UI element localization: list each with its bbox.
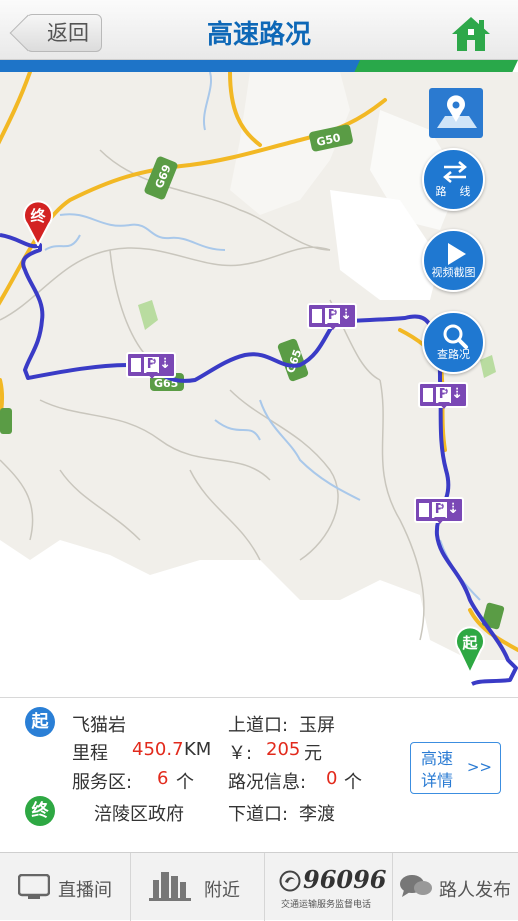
end-marker-label: 终 [30,207,46,225]
highway-detail-button[interactable]: 高速详情 >> [410,742,501,794]
traffic-info-value: 0 [326,768,338,789]
exit-label: 下道口: [228,804,289,825]
fee-value: 205 [266,739,301,760]
distance-unit: KM [184,739,212,760]
distance-label: 里程 [72,743,108,764]
bottom-tab-bar: 直播间 附近 96096 交通运输服务监督电话 路人发布 [0,852,518,921]
fee-label: ￥: [228,743,253,764]
traffic-info-label: 路况信息: [228,772,307,793]
page-title: 高速路况 [206,20,311,50]
header-stripe [0,60,518,72]
entry-value: 玉屏 [299,715,335,736]
tab-public-post[interactable]: 路人发布 [393,853,518,921]
video-snapshot-label: 视频截图 [431,266,476,279]
end-name: 涪陵区政府 [94,804,184,825]
hotline-caption: 交通运输服务监督电话 [281,900,372,910]
service-area-marker[interactable]: P ⇣⇣ [414,497,464,524]
swap-arrows-icon [443,161,467,183]
start-marker-label: 起 [462,634,478,652]
nav-bar: 返回 高速路况 [0,0,518,60]
start-name: 飞猫岩 [72,715,126,736]
service-area-marker[interactable]: P ⇣⇣ [307,303,357,330]
tab-live-room[interactable]: 直播间 [0,853,131,921]
detail-arrow: >> [466,758,492,776]
tab-nearby-label: 附近 [204,880,240,901]
hotline-number: 96096 [303,865,387,894]
tab-nearby[interactable]: 附近 [131,853,265,921]
exit-value: 李渡 [299,804,335,825]
start-badge: 起 [25,707,55,737]
service-area-label: 服务区: [72,772,133,793]
service-area-marker[interactable]: P ⇣⇣ [418,382,468,409]
tab-hotline[interactable]: 96096 交通运输服务监督电话 [265,853,393,921]
entry-label: 上道口: [228,715,289,736]
phone-logo-icon [279,870,301,892]
video-snapshot-button[interactable]: 视频截图 [422,229,485,292]
service-area-unit: 个 [176,772,194,793]
map-pin-icon [437,95,477,128]
route-info-panel: 起 飞猫岩 上道口: 玉屏 里程 450.7 KM ￥: 205 元 服务区: … [0,697,518,852]
detail-line1: 高速 [421,749,454,768]
service-area-marker[interactable]: P ⇣⇣ [126,352,176,379]
tab-live-room-label: 直播间 [58,880,112,901]
traffic-info-unit: 个 [344,772,362,793]
map-layer-button[interactable] [429,88,483,138]
buildings-icon [149,872,191,901]
distance-value: 450.7 [132,739,184,760]
route-button[interactable]: 路 线 [422,148,485,211]
check-traffic-button[interactable]: 查路况 [422,311,485,374]
service-area-value: 6 [157,768,169,789]
chat-bubbles-icon [400,875,432,897]
route-button-label: 路 线 [435,185,472,198]
fee-unit: 元 [304,743,322,764]
home-icon[interactable] [450,14,492,54]
end-badge: 终 [25,796,55,826]
tab-public-post-label: 路人发布 [439,880,511,901]
detail-line2: 详情 [421,771,454,790]
map-view[interactable]: G50 G69 G65 G65 P⇣⇣ P⇣⇣ P⇣⇣ P⇣⇣ 终 起 [0,72,518,697]
tv-icon [18,874,50,899]
check-traffic-label: 查路况 [437,348,470,361]
